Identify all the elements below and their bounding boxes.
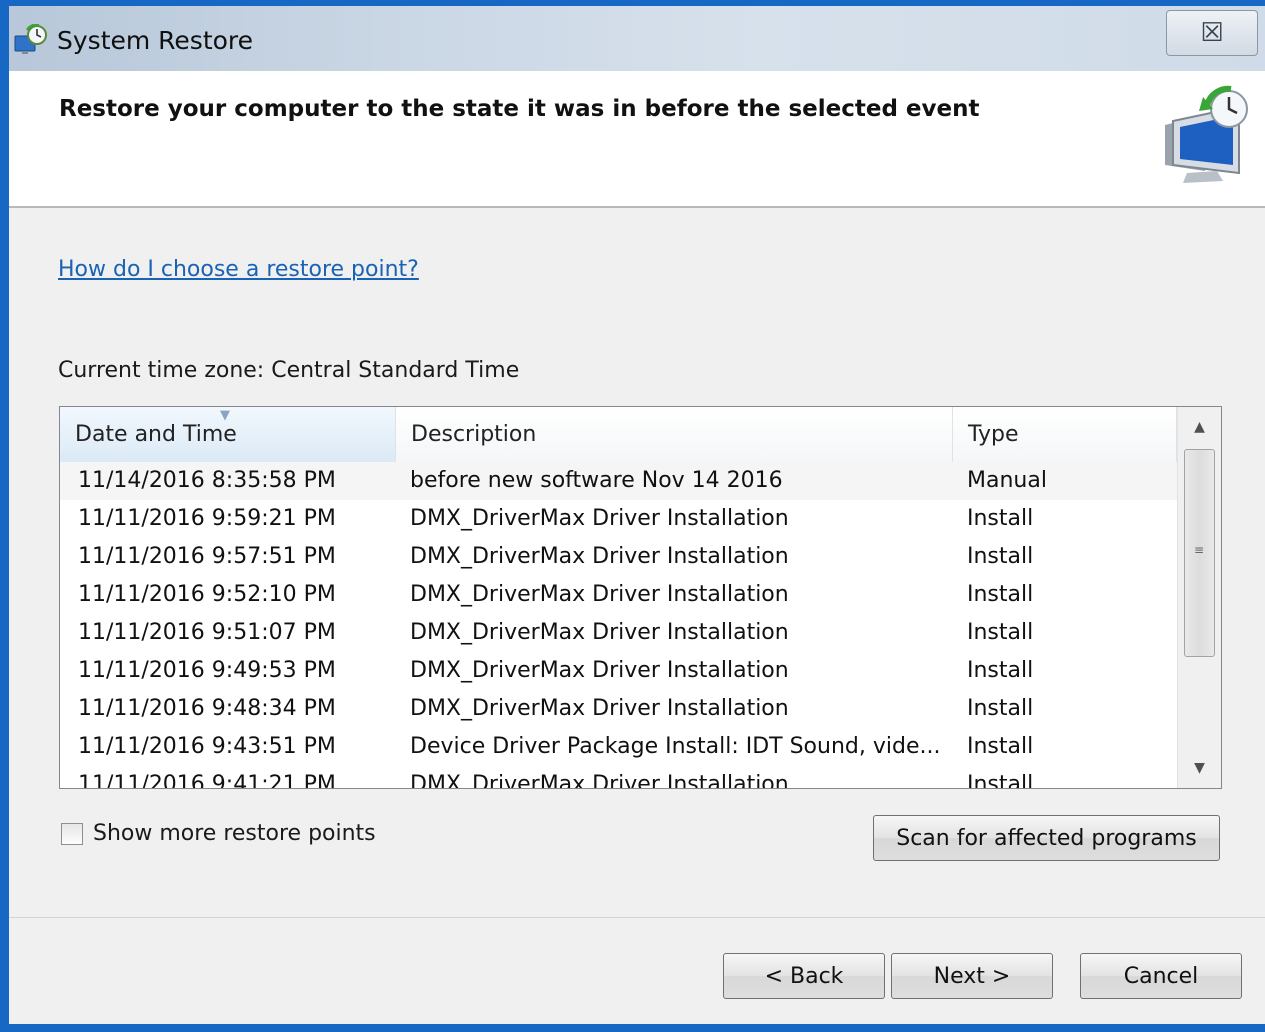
- table-row[interactable]: 11/11/2016 9:43:51 PM Device Driver Pack…: [60, 728, 1177, 766]
- table-row[interactable]: 11/11/2016 9:57:51 PM DMX_DriverMax Driv…: [60, 538, 1177, 576]
- scan-affected-programs-button[interactable]: Scan for affected programs: [873, 815, 1220, 861]
- table-row[interactable]: 11/11/2016 9:48:34 PM DMX_DriverMax Driv…: [60, 690, 1177, 728]
- window-frame-left: [0, 0, 9, 1032]
- window-title: System Restore: [57, 26, 254, 55]
- scroll-up-arrow-icon[interactable]: ▲: [1178, 407, 1221, 447]
- next-button[interactable]: Next >: [891, 953, 1053, 999]
- sort-arrow-icon: ▼: [220, 408, 230, 423]
- table-row[interactable]: 11/14/2016 8:35:58 PM before new softwar…: [60, 462, 1177, 500]
- restore-points-list[interactable]: ▼ Date and Time Description Type 11/14/2…: [59, 406, 1222, 789]
- scroll-down-arrow-icon[interactable]: ▼: [1178, 748, 1221, 788]
- list-rows: 11/14/2016 8:35:58 PM before new softwar…: [60, 462, 1177, 788]
- back-button[interactable]: < Back: [723, 953, 885, 999]
- table-row[interactable]: 11/11/2016 9:49:53 PM DMX_DriverMax Driv…: [60, 652, 1177, 690]
- page-title: Restore your computer to the state it wa…: [59, 96, 980, 122]
- table-row[interactable]: 11/11/2016 9:41:21 PM DMX_DriverMax Driv…: [60, 766, 1177, 788]
- table-row[interactable]: 11/11/2016 9:59:21 PM DMX_DriverMax Driv…: [60, 500, 1177, 538]
- system-restore-monitor-icon: [1165, 85, 1248, 183]
- dialog-client-area: Restore your computer to the state it wa…: [9, 71, 1265, 1024]
- window-frame-bottom: [0, 1024, 1265, 1032]
- column-header-date[interactable]: ▼ Date and Time: [60, 407, 396, 462]
- title-bar[interactable]: System Restore ☒: [9, 6, 1265, 70]
- column-header-description[interactable]: Description: [396, 407, 953, 462]
- scroll-grip-icon: ≡: [1194, 543, 1205, 557]
- show-more-label: Show more restore points: [93, 821, 376, 846]
- system-restore-window: System Restore ☒ Restore your computer t…: [0, 0, 1265, 1032]
- scrollbar-thumb[interactable]: ≡: [1184, 449, 1215, 657]
- show-more-checkbox[interactable]: [61, 822, 83, 845]
- footer-divider: [9, 917, 1265, 918]
- table-row[interactable]: 11/11/2016 9:51:07 PM DMX_DriverMax Driv…: [60, 614, 1177, 652]
- cancel-button[interactable]: Cancel: [1080, 953, 1242, 999]
- list-header: ▼ Date and Time Description Type: [60, 407, 1177, 463]
- close-button[interactable]: ☒: [1166, 10, 1258, 56]
- help-link[interactable]: How do I choose a restore point?: [58, 257, 419, 282]
- system-restore-icon: [14, 24, 47, 54]
- wizard-header: Restore your computer to the state it wa…: [9, 71, 1265, 208]
- show-more-restore-points[interactable]: Show more restore points: [61, 821, 376, 846]
- close-icon: ☒: [1200, 18, 1224, 48]
- vertical-scrollbar[interactable]: ▲ ≡ ▼: [1177, 407, 1221, 788]
- table-row[interactable]: 11/11/2016 9:52:10 PM DMX_DriverMax Driv…: [60, 576, 1177, 614]
- column-header-type[interactable]: Type: [953, 407, 1177, 462]
- timezone-label: Current time zone: Central Standard Time: [58, 358, 520, 383]
